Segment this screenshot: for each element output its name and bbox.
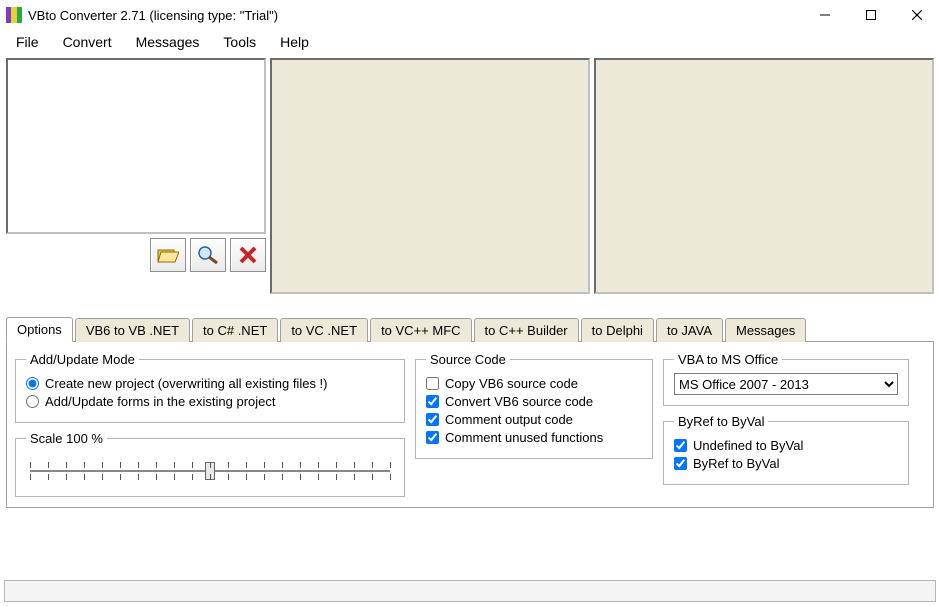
check-byref-byval[interactable]: ByRef to ByVal — [674, 456, 898, 471]
open-button[interactable] — [150, 238, 186, 272]
scale-legend: Scale 100 % — [26, 431, 107, 446]
tab-to-java[interactable]: to JAVA — [656, 318, 723, 342]
addupdate-group: Add/Update Mode Create new project (over… — [15, 352, 405, 423]
vba-office-group: VBA to MS Office MS Office 2007 - 2013 — [663, 352, 909, 406]
tab-to-vcpp-mfc[interactable]: to VC++ MFC — [370, 318, 471, 342]
check-byref-byval-input[interactable] — [674, 457, 687, 470]
menu-convert[interactable]: Convert — [53, 32, 122, 52]
check-comment-unused-label: Comment unused functions — [445, 430, 603, 445]
right-pane — [594, 58, 934, 294]
tab-options[interactable]: Options — [6, 317, 73, 342]
check-copy-source[interactable]: Copy VB6 source code — [426, 376, 642, 391]
check-convert-source-label: Convert VB6 source code — [445, 394, 593, 409]
workarea — [0, 58, 940, 294]
check-convert-source-input[interactable] — [426, 395, 439, 408]
tab-vb6-to-vbnet[interactable]: VB6 to VB .NET — [75, 318, 190, 342]
tab-to-delphi[interactable]: to Delphi — [581, 318, 654, 342]
statusbar — [4, 580, 936, 602]
tab-to-vc-net[interactable]: to VC .NET — [280, 318, 368, 342]
delete-x-icon — [239, 246, 257, 264]
menu-help[interactable]: Help — [270, 32, 319, 52]
check-comment-output-label: Comment output code — [445, 412, 573, 427]
check-undef-byval-label: Undefined to ByVal — [693, 438, 803, 453]
check-copy-source-label: Copy VB6 source code — [445, 376, 578, 391]
window-title: VBto Converter 2.71 (licensing type: "Tr… — [28, 8, 802, 23]
radio-update-project-label: Add/Update forms in the existing project — [45, 394, 276, 409]
find-button[interactable] — [190, 238, 226, 272]
open-folder-icon — [157, 246, 179, 264]
vba-office-legend: VBA to MS Office — [674, 352, 782, 367]
tab-to-csharp-net[interactable]: to C# .NET — [192, 318, 278, 342]
menubar: File Convert Messages Tools Help — [0, 30, 940, 58]
check-comment-unused[interactable]: Comment unused functions — [426, 430, 642, 445]
addupdate-legend: Add/Update Mode — [26, 352, 139, 367]
check-comment-output-input[interactable] — [426, 413, 439, 426]
tab-area: Options VB6 to VB .NET to C# .NET to VC … — [6, 316, 934, 508]
options-panel: Add/Update Mode Create new project (over… — [6, 342, 934, 508]
project-tree[interactable] — [6, 58, 266, 234]
tab-row: Options VB6 to VB .NET to C# .NET to VC … — [6, 316, 934, 342]
scale-group: Scale 100 % — [15, 431, 405, 497]
tab-to-cpp-builder[interactable]: to C++ Builder — [474, 318, 579, 342]
left-panel — [6, 58, 266, 294]
magnifier-icon — [197, 245, 219, 265]
byref-legend: ByRef to ByVal — [674, 414, 768, 429]
minimize-button[interactable] — [802, 0, 848, 30]
scale-slider[interactable] — [26, 452, 394, 486]
app-icon — [6, 7, 22, 23]
tab-messages[interactable]: Messages — [725, 318, 806, 342]
check-copy-source-input[interactable] — [426, 377, 439, 390]
menu-messages[interactable]: Messages — [126, 32, 210, 52]
delete-button[interactable] — [230, 238, 266, 272]
preview-pane — [270, 58, 590, 294]
radio-update-project[interactable]: Add/Update forms in the existing project — [26, 394, 394, 409]
source-code-legend: Source Code — [426, 352, 510, 367]
menu-tools[interactable]: Tools — [213, 32, 266, 52]
titlebar: VBto Converter 2.71 (licensing type: "Tr… — [0, 0, 940, 30]
check-comment-unused-input[interactable] — [426, 431, 439, 444]
byref-group: ByRef to ByVal Undefined to ByVal ByRef … — [663, 414, 909, 485]
check-convert-source[interactable]: Convert VB6 source code — [426, 394, 642, 409]
check-byref-byval-label: ByRef to ByVal — [693, 456, 779, 471]
radio-create-project-label: Create new project (overwriting all exis… — [45, 376, 328, 391]
radio-create-project[interactable]: Create new project (overwriting all exis… — [26, 376, 394, 391]
menu-file[interactable]: File — [6, 32, 49, 52]
check-comment-output[interactable]: Comment output code — [426, 412, 642, 427]
source-code-group: Source Code Copy VB6 source code Convert… — [415, 352, 653, 459]
radio-create-project-input[interactable] — [26, 377, 39, 390]
radio-update-project-input[interactable] — [26, 395, 39, 408]
check-undef-byval-input[interactable] — [674, 439, 687, 452]
tree-toolbar — [6, 234, 266, 272]
check-undef-byval[interactable]: Undefined to ByVal — [674, 438, 898, 453]
window-controls — [802, 0, 940, 30]
vba-office-select[interactable]: MS Office 2007 - 2013 — [674, 373, 898, 395]
close-button[interactable] — [894, 0, 940, 30]
maximize-button[interactable] — [848, 0, 894, 30]
